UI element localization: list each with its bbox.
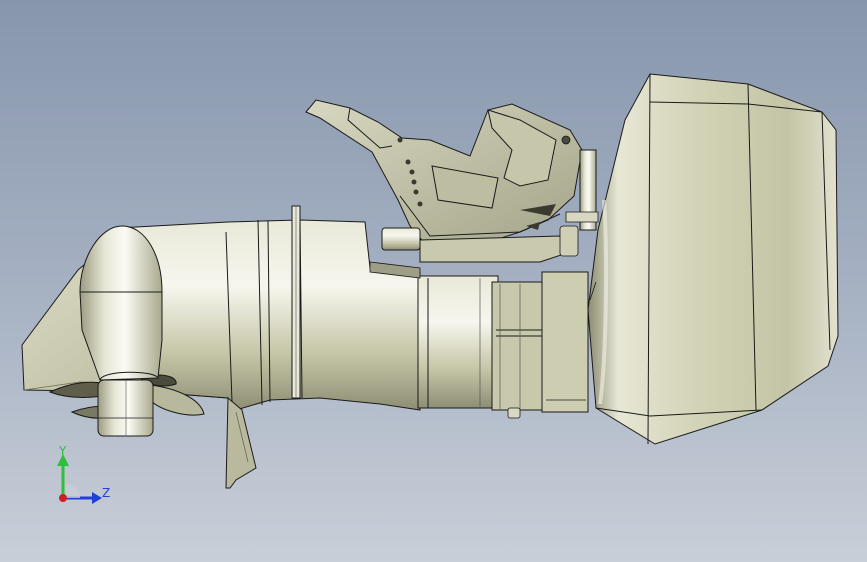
- z-axis-label: Z: [102, 486, 110, 500]
- y-axis-label: Y: [58, 444, 67, 458]
- triad-plane-icon: [66, 484, 80, 498]
- cad-viewport[interactable]: Y Z: [0, 0, 867, 562]
- z-axis-arrow-icon: [92, 492, 102, 504]
- x-axis-dot-icon: [59, 494, 67, 502]
- coordinate-triad: Y Z: [57, 444, 110, 504]
